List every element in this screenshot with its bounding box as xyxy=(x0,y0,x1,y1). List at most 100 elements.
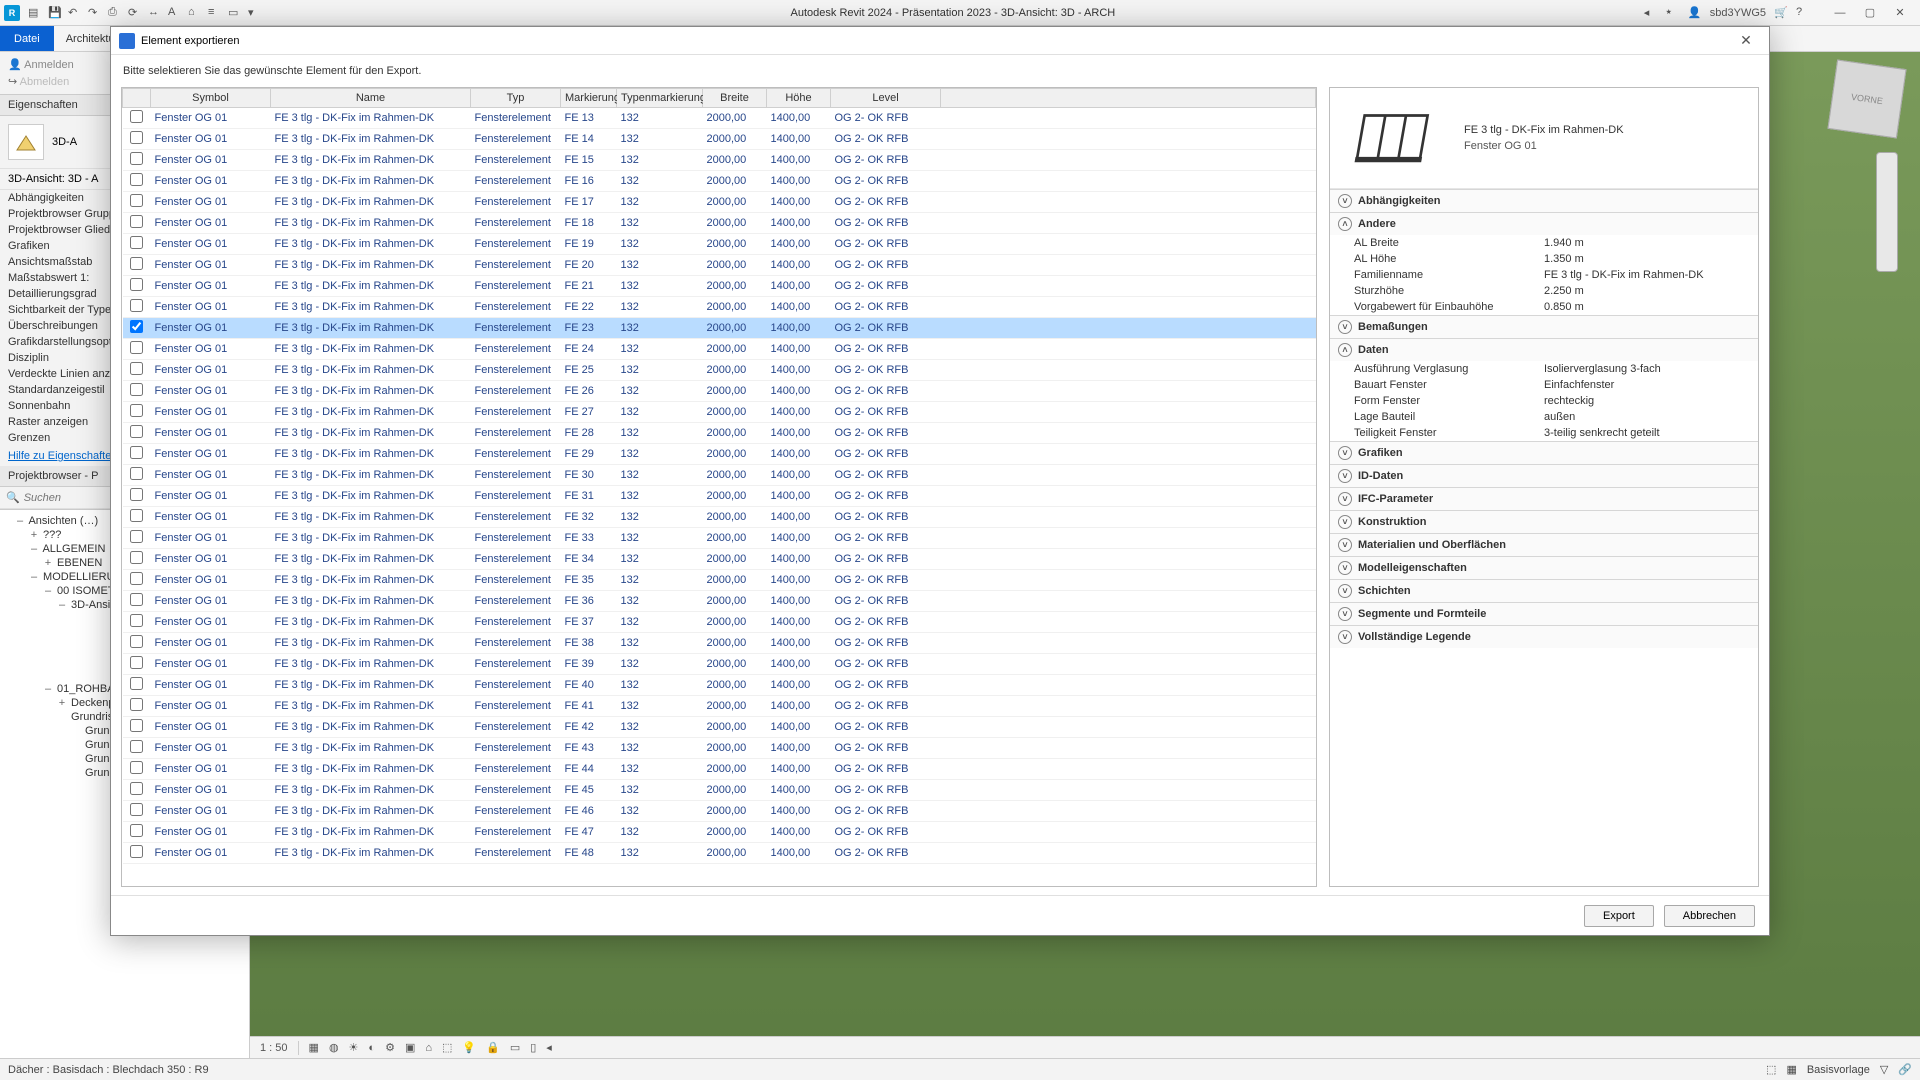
column-header[interactable]: Typ xyxy=(471,89,561,108)
table-row[interactable]: Fenster OG 01FE 3 tlg - DK-Fix im Rahmen… xyxy=(123,339,1316,360)
worksets-icon[interactable]: ▦ xyxy=(1786,1063,1796,1076)
share-icon[interactable]: ⭑ xyxy=(1666,6,1680,20)
row-checkbox[interactable] xyxy=(130,677,143,690)
section-icon[interactable]: ▭ xyxy=(228,6,242,20)
dropdown-icon[interactable]: ▾ xyxy=(248,6,262,20)
table-row[interactable]: Fenster OG 01FE 3 tlg - DK-Fix im Rahmen… xyxy=(123,444,1316,465)
align-icon[interactable]: ≡ xyxy=(208,6,222,20)
table-row[interactable]: Fenster OG 01FE 3 tlg - DK-Fix im Rahmen… xyxy=(123,675,1316,696)
save-icon[interactable]: 💾 xyxy=(48,6,62,20)
table-row[interactable]: Fenster OG 01FE 3 tlg - DK-Fix im Rahmen… xyxy=(123,108,1316,129)
row-checkbox[interactable] xyxy=(130,341,143,354)
cart-icon[interactable]: 🛒 xyxy=(1774,6,1788,20)
table-row[interactable]: Fenster OG 01FE 3 tlg - DK-Fix im Rahmen… xyxy=(123,360,1316,381)
table-row[interactable]: Fenster OG 01FE 3 tlg - DK-Fix im Rahmen… xyxy=(123,318,1316,339)
row-checkbox[interactable] xyxy=(130,719,143,732)
table-row[interactable]: Fenster OG 01FE 3 tlg - DK-Fix im Rahmen… xyxy=(123,423,1316,444)
detail-icon[interactable]: ▦ xyxy=(309,1041,319,1054)
column-header[interactable]: Symbol xyxy=(151,89,271,108)
select-icon[interactable]: ⬚ xyxy=(1766,1063,1776,1076)
table-row[interactable]: Fenster OG 01FE 3 tlg - DK-Fix im Rahmen… xyxy=(123,486,1316,507)
row-checkbox[interactable] xyxy=(130,509,143,522)
column-header[interactable]: Höhe xyxy=(767,89,831,108)
property-group-header[interactable]: ˄Daten xyxy=(1330,339,1758,361)
temp-hide-icon[interactable]: ▭ xyxy=(510,1041,520,1054)
export-button[interactable]: Export xyxy=(1584,905,1654,927)
crop-icon[interactable]: ▣ xyxy=(405,1041,415,1054)
row-checkbox[interactable] xyxy=(130,551,143,564)
property-group-header[interactable]: ˄Andere xyxy=(1330,213,1758,235)
table-row[interactable]: Fenster OG 01FE 3 tlg - DK-Fix im Rahmen… xyxy=(123,192,1316,213)
row-checkbox[interactable] xyxy=(130,530,143,543)
sun-icon[interactable]: ☀ xyxy=(349,1041,359,1054)
undo-icon[interactable]: ↶ xyxy=(68,6,82,20)
row-checkbox[interactable] xyxy=(130,152,143,165)
property-group-header[interactable]: ˅Vollständige Legende xyxy=(1330,626,1758,648)
table-row[interactable]: Fenster OG 01FE 3 tlg - DK-Fix im Rahmen… xyxy=(123,465,1316,486)
row-checkbox[interactable] xyxy=(130,446,143,459)
row-checkbox[interactable] xyxy=(130,383,143,396)
row-checkbox[interactable] xyxy=(130,215,143,228)
table-row[interactable]: Fenster OG 01FE 3 tlg - DK-Fix im Rahmen… xyxy=(123,213,1316,234)
lightbulb-icon[interactable]: 💡 xyxy=(462,1041,476,1054)
row-checkbox[interactable] xyxy=(130,299,143,312)
more-icon[interactable]: ◂ xyxy=(546,1041,552,1054)
table-row[interactable]: Fenster OG 01FE 3 tlg - DK-Fix im Rahmen… xyxy=(123,297,1316,318)
property-group-header[interactable]: ˅Bemaßungen xyxy=(1330,316,1758,338)
lock-icon[interactable]: 🔒 xyxy=(486,1041,500,1054)
sync-icon[interactable]: ⟳ xyxy=(128,6,142,20)
table-row[interactable]: Fenster OG 01FE 3 tlg - DK-Fix im Rahmen… xyxy=(123,381,1316,402)
link-icon[interactable]: 🔗 xyxy=(1898,1063,1912,1076)
table-row[interactable]: Fenster OG 01FE 3 tlg - DK-Fix im Rahmen… xyxy=(123,171,1316,192)
visual-style-icon[interactable]: ◍ xyxy=(329,1041,339,1054)
table-row[interactable]: Fenster OG 01FE 3 tlg - DK-Fix im Rahmen… xyxy=(123,150,1316,171)
row-checkbox[interactable] xyxy=(130,824,143,837)
row-checkbox[interactable] xyxy=(130,404,143,417)
property-group-header[interactable]: ˅Grafiken xyxy=(1330,442,1758,464)
column-header[interactable]: Name xyxy=(271,89,471,108)
property-group-header[interactable]: ˅Abhängigkeiten xyxy=(1330,190,1758,212)
reveal-icon[interactable]: ▯ xyxy=(530,1041,536,1054)
row-checkbox[interactable] xyxy=(130,761,143,774)
grid-scroll[interactable]: SymbolNameTypMarkierungTypenmarkierungBr… xyxy=(122,88,1316,886)
table-row[interactable]: Fenster OG 01FE 3 tlg - DK-Fix im Rahmen… xyxy=(123,234,1316,255)
row-checkbox[interactable] xyxy=(130,362,143,375)
row-checkbox[interactable] xyxy=(130,488,143,501)
table-row[interactable]: Fenster OG 01FE 3 tlg - DK-Fix im Rahmen… xyxy=(123,570,1316,591)
property-group-header[interactable]: ˅Materialien und Oberflächen xyxy=(1330,534,1758,556)
scale-label[interactable]: 1 : 50 xyxy=(260,1042,288,1054)
viewcube[interactable]: VORNE xyxy=(1827,59,1906,138)
infocenter-icon[interactable]: ◂ xyxy=(1644,6,1658,20)
property-group-header[interactable]: ˅Schichten xyxy=(1330,580,1758,602)
property-group-header[interactable]: ˅Konstruktion xyxy=(1330,511,1758,533)
print-icon[interactable]: ⎙ xyxy=(108,6,122,20)
table-row[interactable]: Fenster OG 01FE 3 tlg - DK-Fix im Rahmen… xyxy=(123,717,1316,738)
close-button[interactable]: ✕ xyxy=(1886,3,1914,23)
table-row[interactable]: Fenster OG 01FE 3 tlg - DK-Fix im Rahmen… xyxy=(123,507,1316,528)
table-row[interactable]: Fenster OG 01FE 3 tlg - DK-Fix im Rahmen… xyxy=(123,633,1316,654)
render-icon[interactable]: ⚙ xyxy=(385,1041,395,1054)
column-header[interactable] xyxy=(123,89,151,108)
row-checkbox[interactable] xyxy=(130,572,143,585)
row-checkbox[interactable] xyxy=(130,593,143,606)
table-row[interactable]: Fenster OG 01FE 3 tlg - DK-Fix im Rahmen… xyxy=(123,612,1316,633)
row-checkbox[interactable] xyxy=(130,320,143,333)
section-box-icon[interactable]: ⬚ xyxy=(442,1041,452,1054)
row-checkbox[interactable] xyxy=(130,845,143,858)
table-row[interactable]: Fenster OG 01FE 3 tlg - DK-Fix im Rahmen… xyxy=(123,843,1316,864)
table-row[interactable]: Fenster OG 01FE 3 tlg - DK-Fix im Rahmen… xyxy=(123,759,1316,780)
table-row[interactable]: Fenster OG 01FE 3 tlg - DK-Fix im Rahmen… xyxy=(123,696,1316,717)
row-checkbox[interactable] xyxy=(130,131,143,144)
redo-icon[interactable]: ↷ xyxy=(88,6,102,20)
row-checkbox[interactable] xyxy=(130,698,143,711)
text-icon[interactable]: A xyxy=(168,6,182,20)
home-icon[interactable]: ⌂ xyxy=(188,6,202,20)
nav-bar[interactable] xyxy=(1876,152,1898,272)
dialog-close-button[interactable]: ✕ xyxy=(1731,32,1761,49)
table-row[interactable]: Fenster OG 01FE 3 tlg - DK-Fix im Rahmen… xyxy=(123,591,1316,612)
row-checkbox[interactable] xyxy=(130,425,143,438)
row-checkbox[interactable] xyxy=(130,782,143,795)
minimize-button[interactable]: — xyxy=(1826,3,1854,23)
row-checkbox[interactable] xyxy=(130,635,143,648)
row-checkbox[interactable] xyxy=(130,467,143,480)
